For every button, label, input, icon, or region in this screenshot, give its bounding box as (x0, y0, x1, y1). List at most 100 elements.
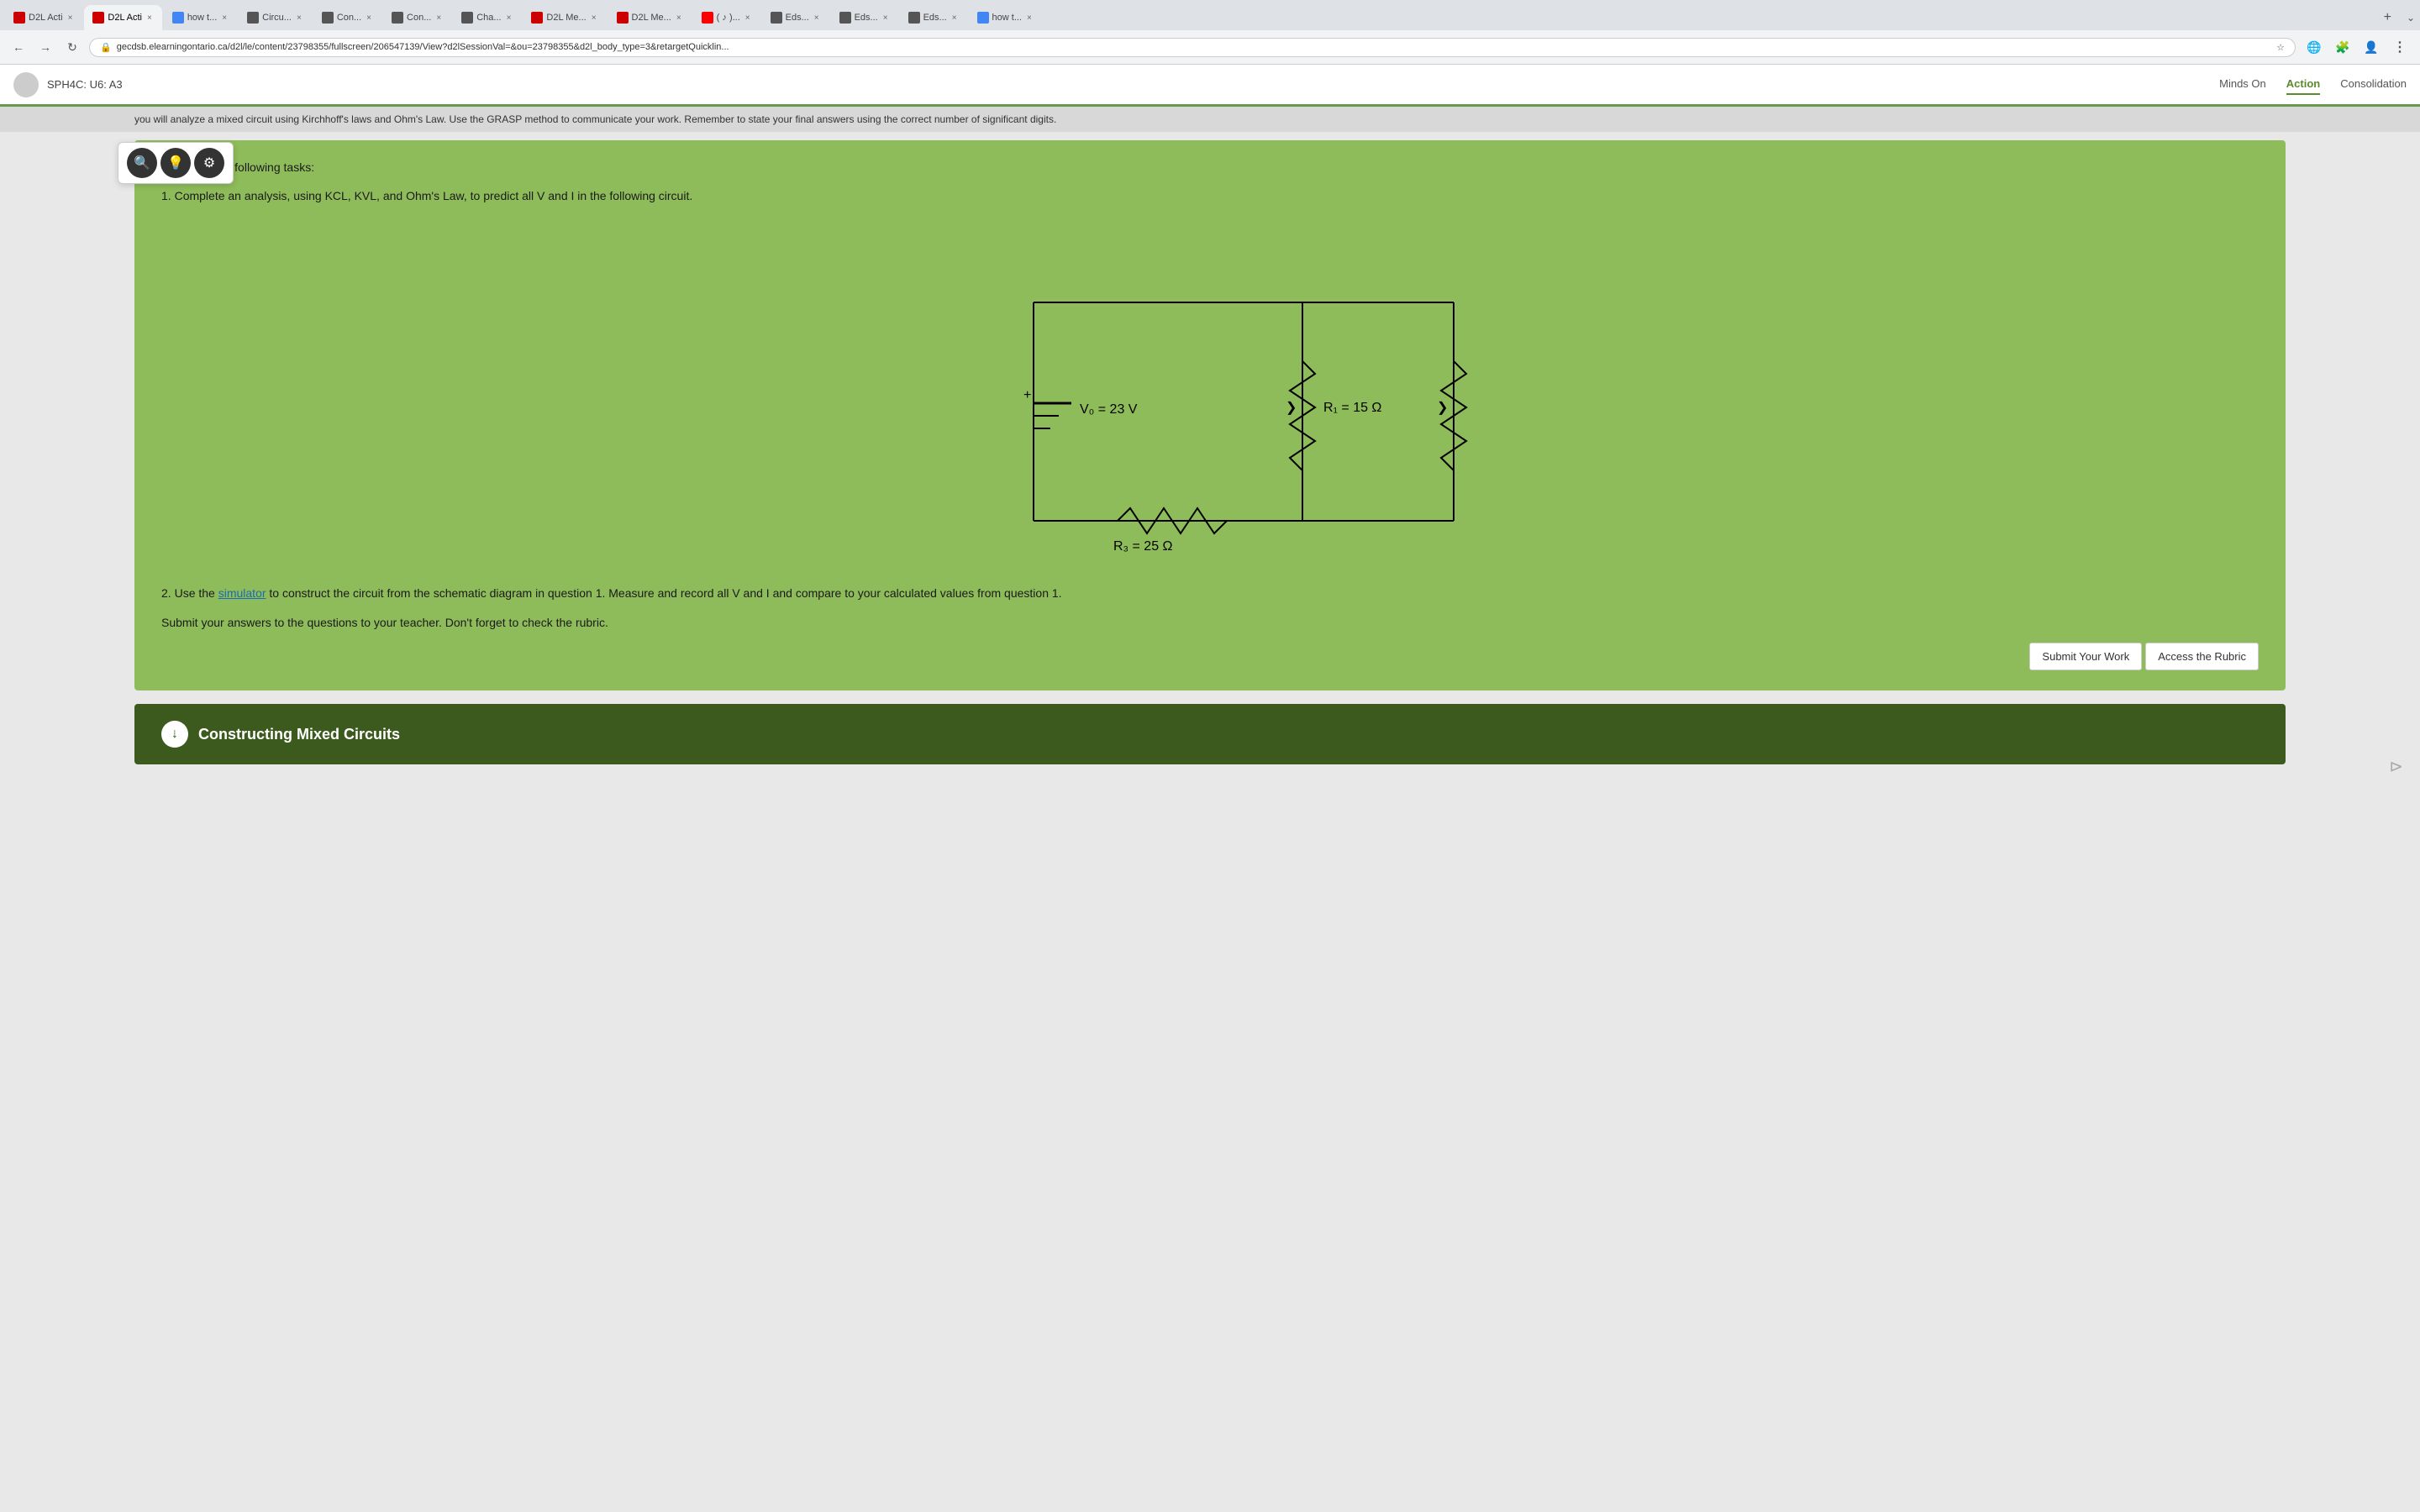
browser-tab-0[interactable]: D2L Acti× (5, 5, 82, 30)
browser-chrome: D2L Acti×D2L Acti×how t...×Circu...×Con.… (0, 0, 2420, 65)
browser-tab-7[interactable]: D2L Me... × (523, 5, 606, 30)
tab-label-4: Con... (337, 13, 361, 23)
tab-label-9: ( ♪ )... (717, 13, 740, 23)
nav-bar: ← → ↻ 🔒 gecdsb.elearningontario.ca/d2l/l… (0, 30, 2420, 64)
browser-tab-11[interactable]: Eds...× (831, 5, 898, 30)
page-logo (13, 72, 39, 97)
task-footer: Submit your answers to the questions to … (161, 616, 2259, 629)
address-text: gecdsb.elearningontario.ca/d2l/le/conten… (117, 42, 2271, 52)
tab-favicon-8 (617, 12, 629, 24)
tab-label-0: D2L Acti (29, 13, 63, 23)
browser-tab-9[interactable]: ( ♪ )... × (693, 5, 760, 30)
main-content: Complete the following tasks: 1. Complet… (0, 132, 2420, 773)
submit-work-button[interactable]: Submit Your Work (2029, 643, 2142, 670)
tab-label-2: how t... (187, 13, 217, 23)
tab-close-3[interactable]: × (295, 13, 303, 23)
tab-favicon-12 (908, 12, 920, 24)
tab-favicon-5 (392, 12, 403, 24)
svg-text:❯: ❯ (1437, 401, 1448, 415)
tab-close-11[interactable]: × (881, 13, 890, 23)
circuit-diagram: + V₀ = 23 V R₁ = 15 Ω (161, 218, 2259, 571)
profile-icon[interactable]: 👤 (2360, 35, 2383, 59)
task-1: 1. Complete an analysis, using KCL, KVL,… (161, 187, 2259, 205)
forward-button[interactable]: → (35, 37, 55, 57)
tab-close-2[interactable]: × (220, 13, 229, 23)
tab-close-12[interactable]: × (950, 13, 959, 23)
tab-favicon-2 (172, 12, 184, 24)
tab-close-10[interactable]: × (813, 13, 821, 23)
tab-label-8: D2L Me... (632, 13, 671, 23)
browser-tab-8[interactable]: D2L Me... × (608, 5, 692, 30)
lightbulb-tool-button[interactable]: 💡 (160, 148, 191, 178)
simulator-link[interactable]: simulator (218, 586, 266, 600)
tab-bar: D2L Acti×D2L Acti×how t...×Circu...×Con.… (0, 0, 2420, 30)
tab-favicon-0 (13, 12, 25, 24)
tab-label-3: Circu... (262, 13, 292, 23)
tab-close-4[interactable]: × (365, 13, 373, 23)
button-row: Submit Your Work Access the Rubric (161, 643, 2259, 670)
task-1-text: Complete an analysis, using KCL, KVL, an… (175, 189, 693, 202)
bookmark-icon[interactable]: ☆ (2276, 42, 2285, 53)
settings-tool-button[interactable]: ⚙ (194, 148, 224, 178)
tab-label-7: D2L Me... (546, 13, 586, 23)
browser-tab-3[interactable]: Circu...× (239, 5, 312, 30)
tab-favicon-11 (839, 12, 851, 24)
access-rubric-button[interactable]: Access the Rubric (2145, 643, 2259, 670)
tab-label-5: Con... (407, 13, 431, 23)
task-1-number: 1. (161, 189, 171, 202)
tab-label-10: Eds... (786, 13, 809, 23)
menu-button[interactable]: ⋮ (2388, 35, 2412, 59)
tab-close-8[interactable]: × (675, 13, 683, 23)
new-tab-button[interactable]: + (2377, 7, 2398, 29)
download-icon: ↓ (161, 721, 188, 748)
tab-favicon-4 (322, 12, 334, 24)
svg-text:R₁ = 15 Ω: R₁ = 15 Ω (1323, 401, 1381, 415)
svg-text:R₃ = 25 Ω: R₃ = 25 Ω (1113, 539, 1173, 554)
page-header: SPH4C: U6: A3 Minds On Action Consolidat… (0, 65, 2420, 107)
tab-close-0[interactable]: × (66, 13, 75, 23)
bottom-card: ↓ Constructing Mixed Circuits (134, 704, 2286, 764)
extension-icon[interactable]: 🧩 (2331, 35, 2354, 59)
browser-tab-12[interactable]: Eds...× (900, 5, 967, 30)
tab-favicon-10 (771, 12, 782, 24)
search-tool-button[interactable]: 🔍 (127, 148, 157, 178)
task-2-number: 2. (161, 586, 171, 600)
browser-tab-5[interactable]: Con...× (383, 5, 451, 30)
browser-tab-10[interactable]: Eds... × (762, 5, 829, 30)
address-bar[interactable]: 🔒 gecdsb.elearningontario.ca/d2l/le/cont… (89, 38, 2296, 57)
tab-action[interactable]: Action (2286, 74, 2320, 95)
browser-tab-6[interactable]: Cha...× (453, 5, 521, 30)
tab-close-7[interactable]: × (590, 13, 598, 23)
tab-minds-on[interactable]: Minds On (2219, 74, 2266, 95)
tab-label-13: how t... (992, 13, 1022, 23)
tab-close-1[interactable]: × (145, 13, 154, 23)
tab-favicon-9 (702, 12, 713, 24)
tab-close-5[interactable]: × (434, 13, 443, 23)
back-button[interactable]: ← (8, 37, 29, 57)
tab-label-11: Eds... (855, 13, 878, 23)
reload-button[interactable]: ↻ (62, 37, 82, 57)
description-bar: you will analyze a mixed circuit using K… (0, 107, 2420, 132)
tab-close-6[interactable]: × (505, 13, 513, 23)
tab-consolidation[interactable]: Consolidation (2340, 74, 2407, 95)
tab-favicon-1 (92, 12, 104, 24)
tab-favicon-13 (977, 12, 989, 24)
browser-tab-2[interactable]: how t...× (164, 5, 237, 30)
tab-label-1: D2L Acti (108, 13, 142, 23)
tab-favicon-3 (247, 12, 259, 24)
tab-close-13[interactable]: × (1025, 13, 1034, 23)
task-2: 2. Use the simulator to construct the ci… (161, 585, 2259, 602)
browser-tab-13[interactable]: how t...× (969, 5, 1042, 30)
toolbar-overlay: 🔍 💡 ⚙ (118, 142, 234, 184)
browser-tab-1[interactable]: D2L Acti× (84, 5, 161, 30)
lock-icon: 🔒 (100, 42, 112, 53)
tab-overflow-button[interactable]: ⌄ (2407, 12, 2415, 24)
content-card: Complete the following tasks: 1. Complet… (134, 140, 2286, 690)
chrome-cast-icon[interactable]: 🌐 (2302, 35, 2326, 59)
side-nav-arrow[interactable]: ⊳ (2389, 756, 2403, 777)
tab-close-9[interactable]: × (744, 13, 752, 23)
browser-tab-4[interactable]: Con... × (313, 5, 381, 30)
svg-text:V₀ = 23 V: V₀ = 23 V (1080, 402, 1138, 417)
tab-favicon-6 (461, 12, 473, 24)
course-title: SPH4C: U6: A3 (47, 78, 2219, 91)
